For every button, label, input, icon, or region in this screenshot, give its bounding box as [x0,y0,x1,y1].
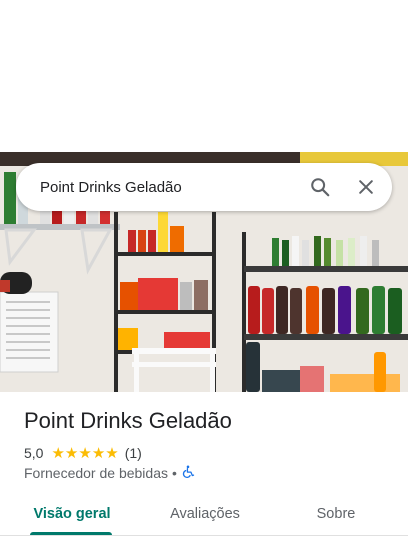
close-icon[interactable] [346,167,386,207]
place-title: Point Drinks Geladão [24,408,232,433]
star-icon: ★ [78,444,92,462]
star-icon: ★ [51,444,65,462]
star-icon: ★ [91,444,106,462]
tabs-divider [0,535,408,536]
rating-value: 5,0 [24,445,44,461]
separator: • [172,465,177,481]
search-bar[interactable]: Point Drinks Geladão [16,163,392,211]
tab-about[interactable]: Sobre [290,494,382,534]
tab-reviews[interactable]: Avaliações [150,494,260,534]
search-input[interactable]: Point Drinks Geladão [40,179,300,196]
place-category: Fornecedor de bebidas [24,465,168,481]
star-icon: ★ [64,444,79,462]
wheelchair-icon [181,464,195,482]
rating-row[interactable]: 5,0 ★ ★ ★ ★ ★ (1) [24,444,142,462]
review-count[interactable]: (1) [125,445,142,461]
star-icon: ★ [105,444,119,462]
tab-bar: Visão geral Avaliações Sobre [0,494,408,538]
tab-overview[interactable]: Visão geral [20,494,124,534]
category-row: Fornecedor de bebidas • [24,464,195,482]
star-rating: ★ ★ ★ ★ ★ [51,446,118,461]
search-icon[interactable] [300,167,340,207]
